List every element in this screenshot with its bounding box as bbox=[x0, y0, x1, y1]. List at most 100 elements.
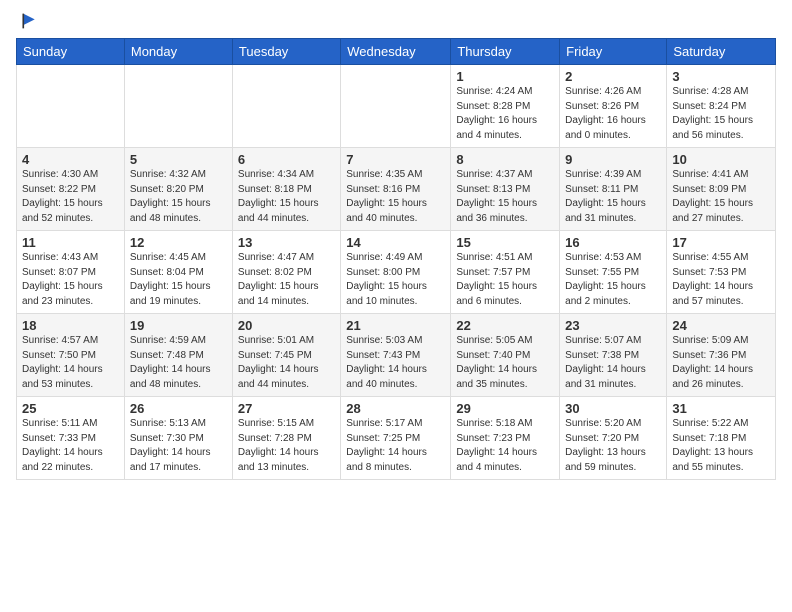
logo-flag-icon bbox=[20, 12, 38, 30]
calendar-cell: 13Sunrise: 4:47 AM Sunset: 8:02 PM Dayli… bbox=[232, 231, 340, 314]
day-info: Sunrise: 4:37 AM Sunset: 8:13 PM Dayligh… bbox=[456, 168, 554, 226]
page: SundayMondayTuesdayWednesdayThursdayFrid… bbox=[0, 0, 792, 488]
calendar-week-row: 25Sunrise: 5:11 AM Sunset: 7:33 PM Dayli… bbox=[17, 397, 776, 480]
day-number: 7 bbox=[346, 152, 445, 167]
day-info: Sunrise: 4:34 AM Sunset: 8:18 PM Dayligh… bbox=[238, 168, 335, 226]
day-info: Sunrise: 4:30 AM Sunset: 8:22 PM Dayligh… bbox=[22, 168, 119, 226]
calendar-cell: 31Sunrise: 5:22 AM Sunset: 7:18 PM Dayli… bbox=[667, 397, 776, 480]
day-info: Sunrise: 4:35 AM Sunset: 8:16 PM Dayligh… bbox=[346, 168, 445, 226]
day-number: 28 bbox=[346, 401, 445, 416]
day-info: Sunrise: 5:18 AM Sunset: 7:23 PM Dayligh… bbox=[456, 417, 554, 475]
calendar-cell: 15Sunrise: 4:51 AM Sunset: 7:57 PM Dayli… bbox=[451, 231, 560, 314]
day-info: Sunrise: 4:47 AM Sunset: 8:02 PM Dayligh… bbox=[238, 251, 335, 309]
weekday-header: Monday bbox=[124, 39, 232, 65]
day-info: Sunrise: 5:09 AM Sunset: 7:36 PM Dayligh… bbox=[672, 334, 770, 392]
day-info: Sunrise: 5:15 AM Sunset: 7:28 PM Dayligh… bbox=[238, 417, 335, 475]
day-number: 15 bbox=[456, 235, 554, 250]
calendar-cell: 18Sunrise: 4:57 AM Sunset: 7:50 PM Dayli… bbox=[17, 314, 125, 397]
calendar-cell: 17Sunrise: 4:55 AM Sunset: 7:53 PM Dayli… bbox=[667, 231, 776, 314]
calendar-cell bbox=[124, 65, 232, 148]
day-number: 20 bbox=[238, 318, 335, 333]
calendar-cell: 9Sunrise: 4:39 AM Sunset: 8:11 PM Daylig… bbox=[560, 148, 667, 231]
calendar-cell: 5Sunrise: 4:32 AM Sunset: 8:20 PM Daylig… bbox=[124, 148, 232, 231]
day-number: 3 bbox=[672, 69, 770, 84]
day-info: Sunrise: 4:57 AM Sunset: 7:50 PM Dayligh… bbox=[22, 334, 119, 392]
calendar-table: SundayMondayTuesdayWednesdayThursdayFrid… bbox=[16, 38, 776, 480]
day-number: 21 bbox=[346, 318, 445, 333]
calendar-cell: 11Sunrise: 4:43 AM Sunset: 8:07 PM Dayli… bbox=[17, 231, 125, 314]
calendar-cell bbox=[17, 65, 125, 148]
day-info: Sunrise: 5:22 AM Sunset: 7:18 PM Dayligh… bbox=[672, 417, 770, 475]
day-number: 6 bbox=[238, 152, 335, 167]
calendar-cell: 2Sunrise: 4:26 AM Sunset: 8:26 PM Daylig… bbox=[560, 65, 667, 148]
day-number: 19 bbox=[130, 318, 227, 333]
calendar-cell: 26Sunrise: 5:13 AM Sunset: 7:30 PM Dayli… bbox=[124, 397, 232, 480]
day-number: 25 bbox=[22, 401, 119, 416]
day-number: 26 bbox=[130, 401, 227, 416]
calendar-cell: 8Sunrise: 4:37 AM Sunset: 8:13 PM Daylig… bbox=[451, 148, 560, 231]
day-number: 1 bbox=[456, 69, 554, 84]
calendar-cell: 1Sunrise: 4:24 AM Sunset: 8:28 PM Daylig… bbox=[451, 65, 560, 148]
weekday-header: Friday bbox=[560, 39, 667, 65]
day-info: Sunrise: 4:59 AM Sunset: 7:48 PM Dayligh… bbox=[130, 334, 227, 392]
calendar-cell bbox=[232, 65, 340, 148]
logo bbox=[16, 12, 38, 30]
day-info: Sunrise: 5:20 AM Sunset: 7:20 PM Dayligh… bbox=[565, 417, 661, 475]
header bbox=[16, 12, 776, 30]
day-number: 22 bbox=[456, 318, 554, 333]
day-info: Sunrise: 4:32 AM Sunset: 8:20 PM Dayligh… bbox=[130, 168, 227, 226]
calendar-week-row: 18Sunrise: 4:57 AM Sunset: 7:50 PM Dayli… bbox=[17, 314, 776, 397]
day-number: 27 bbox=[238, 401, 335, 416]
day-info: Sunrise: 4:51 AM Sunset: 7:57 PM Dayligh… bbox=[456, 251, 554, 309]
weekday-header: Sunday bbox=[17, 39, 125, 65]
day-info: Sunrise: 4:49 AM Sunset: 8:00 PM Dayligh… bbox=[346, 251, 445, 309]
day-number: 23 bbox=[565, 318, 661, 333]
calendar-cell: 30Sunrise: 5:20 AM Sunset: 7:20 PM Dayli… bbox=[560, 397, 667, 480]
day-info: Sunrise: 4:45 AM Sunset: 8:04 PM Dayligh… bbox=[130, 251, 227, 309]
day-info: Sunrise: 5:05 AM Sunset: 7:40 PM Dayligh… bbox=[456, 334, 554, 392]
weekday-header: Wednesday bbox=[341, 39, 451, 65]
day-number: 12 bbox=[130, 235, 227, 250]
calendar-cell: 21Sunrise: 5:03 AM Sunset: 7:43 PM Dayli… bbox=[341, 314, 451, 397]
day-info: Sunrise: 5:03 AM Sunset: 7:43 PM Dayligh… bbox=[346, 334, 445, 392]
day-number: 24 bbox=[672, 318, 770, 333]
day-info: Sunrise: 5:01 AM Sunset: 7:45 PM Dayligh… bbox=[238, 334, 335, 392]
day-number: 5 bbox=[130, 152, 227, 167]
day-info: Sunrise: 4:28 AM Sunset: 8:24 PM Dayligh… bbox=[672, 85, 770, 143]
day-number: 17 bbox=[672, 235, 770, 250]
day-number: 31 bbox=[672, 401, 770, 416]
weekday-header: Tuesday bbox=[232, 39, 340, 65]
calendar-cell: 28Sunrise: 5:17 AM Sunset: 7:25 PM Dayli… bbox=[341, 397, 451, 480]
calendar-header-row: SundayMondayTuesdayWednesdayThursdayFrid… bbox=[17, 39, 776, 65]
day-info: Sunrise: 4:55 AM Sunset: 7:53 PM Dayligh… bbox=[672, 251, 770, 309]
calendar-cell: 29Sunrise: 5:18 AM Sunset: 7:23 PM Dayli… bbox=[451, 397, 560, 480]
calendar-cell: 14Sunrise: 4:49 AM Sunset: 8:00 PM Dayli… bbox=[341, 231, 451, 314]
day-number: 10 bbox=[672, 152, 770, 167]
day-info: Sunrise: 4:53 AM Sunset: 7:55 PM Dayligh… bbox=[565, 251, 661, 309]
calendar-week-row: 11Sunrise: 4:43 AM Sunset: 8:07 PM Dayli… bbox=[17, 231, 776, 314]
calendar-cell: 24Sunrise: 5:09 AM Sunset: 7:36 PM Dayli… bbox=[667, 314, 776, 397]
calendar-cell: 20Sunrise: 5:01 AM Sunset: 7:45 PM Dayli… bbox=[232, 314, 340, 397]
day-number: 4 bbox=[22, 152, 119, 167]
day-number: 2 bbox=[565, 69, 661, 84]
day-info: Sunrise: 4:24 AM Sunset: 8:28 PM Dayligh… bbox=[456, 85, 554, 143]
day-info: Sunrise: 4:39 AM Sunset: 8:11 PM Dayligh… bbox=[565, 168, 661, 226]
calendar-cell: 10Sunrise: 4:41 AM Sunset: 8:09 PM Dayli… bbox=[667, 148, 776, 231]
calendar-cell: 16Sunrise: 4:53 AM Sunset: 7:55 PM Dayli… bbox=[560, 231, 667, 314]
calendar-cell: 4Sunrise: 4:30 AM Sunset: 8:22 PM Daylig… bbox=[17, 148, 125, 231]
calendar-cell: 3Sunrise: 4:28 AM Sunset: 8:24 PM Daylig… bbox=[667, 65, 776, 148]
day-number: 29 bbox=[456, 401, 554, 416]
day-info: Sunrise: 4:26 AM Sunset: 8:26 PM Dayligh… bbox=[565, 85, 661, 143]
day-number: 18 bbox=[22, 318, 119, 333]
day-number: 30 bbox=[565, 401, 661, 416]
day-info: Sunrise: 5:17 AM Sunset: 7:25 PM Dayligh… bbox=[346, 417, 445, 475]
weekday-header: Thursday bbox=[451, 39, 560, 65]
day-info: Sunrise: 5:13 AM Sunset: 7:30 PM Dayligh… bbox=[130, 417, 227, 475]
calendar-cell: 22Sunrise: 5:05 AM Sunset: 7:40 PM Dayli… bbox=[451, 314, 560, 397]
day-number: 8 bbox=[456, 152, 554, 167]
day-info: Sunrise: 5:11 AM Sunset: 7:33 PM Dayligh… bbox=[22, 417, 119, 475]
calendar-cell: 27Sunrise: 5:15 AM Sunset: 7:28 PM Dayli… bbox=[232, 397, 340, 480]
calendar-cell: 7Sunrise: 4:35 AM Sunset: 8:16 PM Daylig… bbox=[341, 148, 451, 231]
day-info: Sunrise: 5:07 AM Sunset: 7:38 PM Dayligh… bbox=[565, 334, 661, 392]
calendar-cell: 23Sunrise: 5:07 AM Sunset: 7:38 PM Dayli… bbox=[560, 314, 667, 397]
